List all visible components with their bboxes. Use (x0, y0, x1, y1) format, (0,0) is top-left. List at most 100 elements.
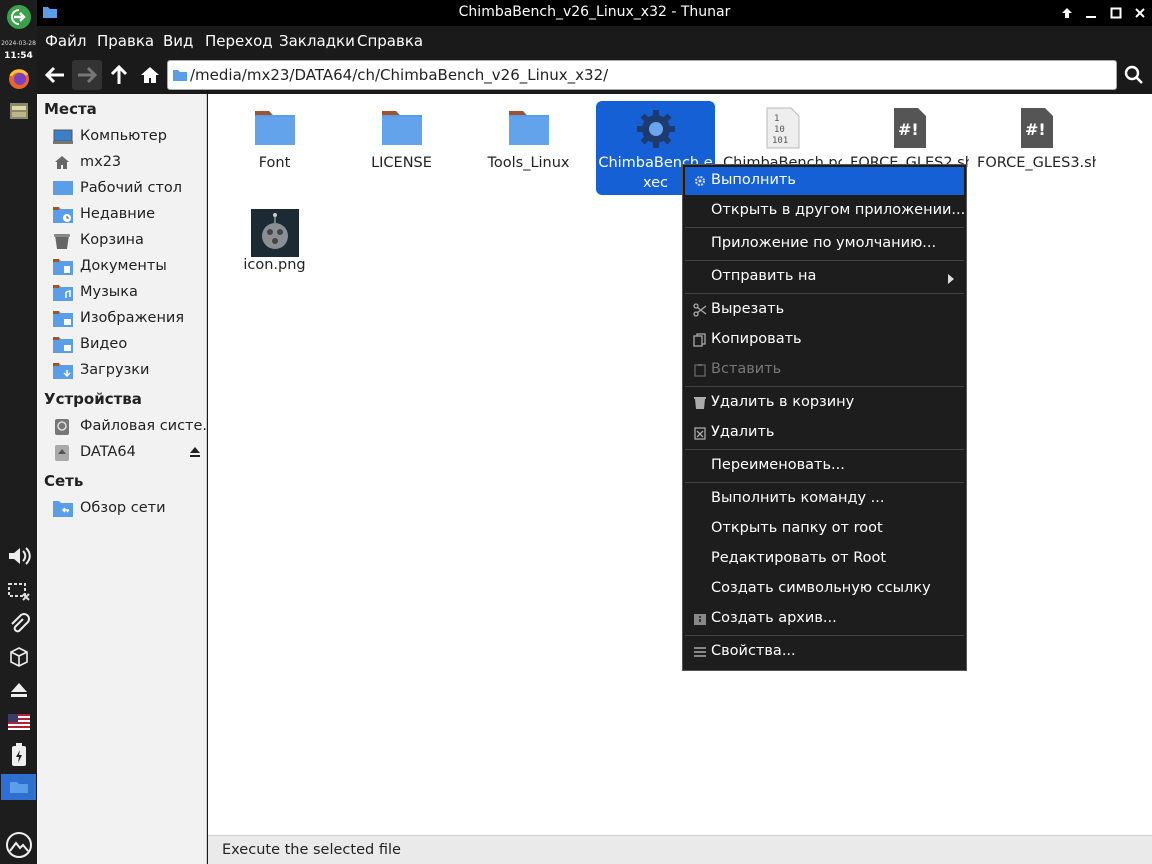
svg-text:#!: #! (898, 120, 919, 139)
minimize-button[interactable] (1082, 4, 1100, 22)
menu-item-open-folder-as-root[interactable]: Открыть папку от root (685, 515, 964, 543)
sidebar-heading-places: Места (44, 100, 97, 118)
sidebar-item-pictures[interactable]: Изображения (51, 306, 207, 332)
home-icon (141, 67, 159, 83)
trash-icon (53, 232, 71, 250)
volume-icon[interactable] (5, 543, 32, 569)
copy-icon (693, 333, 707, 347)
menu-item-delete[interactable]: Удалить (685, 419, 964, 447)
status-bar: Execute the selected file (208, 835, 1152, 864)
sidebar-item-data64[interactable]: DATA64 (51, 440, 207, 466)
menu-item-open-with-other[interactable]: Открыть в другом приложении... (685, 197, 965, 225)
gear-icon (693, 174, 707, 188)
file-item-icon-png[interactable]: icon.png (215, 203, 334, 297)
mx-menu-icon[interactable] (5, 832, 32, 858)
forward-button[interactable] (72, 60, 102, 90)
svg-text:101: 101 (772, 136, 788, 146)
panel-clock[interactable]: 11:54 (0, 51, 37, 61)
taskbar-thunar-button[interactable] (1, 774, 36, 800)
location-path[interactable]: /media/mx23/DATA64/ch/ChimbaBench_v26_Li… (190, 66, 608, 84)
sidebar-item-downloads[interactable]: Загрузки (51, 358, 207, 384)
up-button[interactable] (104, 60, 134, 90)
sidebar-item-network[interactable]: Обзор сети (51, 496, 207, 522)
home-button[interactable] (135, 60, 165, 90)
back-button[interactable] (40, 60, 70, 90)
window-titlebar[interactable]: ChimbaBench_v26_Linux_x32 - Thunar (37, 0, 1152, 26)
sidebar-item-documents[interactable]: Документы (51, 254, 207, 280)
menu-separator (685, 635, 964, 636)
network-status-icon[interactable] (5, 578, 32, 604)
location-bar[interactable]: /media/mx23/DATA64/ch/ChimbaBench_v26_Li… (167, 60, 1117, 90)
folder-icon (469, 107, 588, 151)
shell-script-icon: #! (977, 107, 1096, 151)
arrow-up-icon (110, 65, 128, 84)
arrow-right-icon (78, 66, 97, 84)
close-button[interactable] (1131, 4, 1149, 22)
menu-go[interactable]: Переход (205, 32, 273, 50)
sidebar-item-computer[interactable]: Компьютер (51, 124, 207, 150)
status-text: Execute the selected file (222, 842, 401, 858)
sidebar-item-home[interactable]: mx23 (51, 150, 207, 176)
file-item-force-gles3[interactable]: #! FORCE_GLES3.sh (977, 101, 1096, 195)
sidebar-item-trash[interactable]: Корзина (51, 228, 207, 254)
battery-icon[interactable] (5, 742, 32, 768)
menu-view[interactable]: Вид (163, 32, 193, 50)
menu-separator (685, 386, 964, 387)
toolbar: /media/mx23/DATA64/ch/ChimbaBench_v26_Li… (37, 56, 1152, 94)
menu-item-run[interactable]: Выполнить (685, 167, 964, 195)
menu-item-send-to[interactable]: Отправить на (685, 263, 964, 291)
documents-folder-icon (53, 258, 73, 276)
sidebar-item-music[interactable]: Музыка (51, 280, 207, 306)
menu-item-default-app[interactable]: Приложение по умолчанию... (685, 230, 964, 258)
menu-item-move-to-trash[interactable]: Удалить в корзину (685, 389, 964, 417)
logout-icon[interactable] (5, 4, 32, 30)
menu-item-create-archive[interactable]: Создать архив... (685, 605, 964, 633)
scissors-icon (693, 303, 707, 317)
sidebar: Места Компьютер mx23 Рабочий стол Недавн… (37, 94, 216, 864)
desktop-icon (53, 180, 73, 198)
desktop-panel: 2024-03-28 11:54 (0, 0, 37, 864)
file-item-font[interactable]: Font (215, 101, 334, 195)
files-panel-icon[interactable] (5, 98, 32, 124)
svg-text:10: 10 (774, 125, 785, 135)
file-item-tools-linux[interactable]: Tools_Linux (469, 101, 588, 195)
menu-item-run-command[interactable]: Выполнить команду ... (685, 485, 964, 513)
eject-icon[interactable] (189, 446, 201, 462)
menu-item-create-symlink[interactable]: Создать символьную ссылку (685, 575, 964, 603)
sidebar-item-recent[interactable]: Недавние (51, 202, 207, 228)
clipboard-icon[interactable] (5, 611, 32, 637)
trash-icon (693, 396, 707, 410)
menu-item-rename[interactable]: Переименовать... (685, 452, 964, 480)
maximize-arrow-icon[interactable] (1058, 4, 1076, 22)
search-button[interactable] (1119, 60, 1149, 90)
executable-gear-icon (596, 107, 715, 151)
menubar: Файл Правка Вид Переход Закладки Справка (37, 26, 1152, 56)
home-icon (53, 154, 71, 172)
eject-icon[interactable] (5, 677, 32, 703)
menu-item-copy[interactable]: Копировать (685, 326, 964, 354)
firefox-icon[interactable] (5, 66, 32, 92)
downloads-folder-icon (53, 362, 73, 380)
sidebar-item-videos[interactable]: Видео (51, 332, 207, 358)
menu-item-paste[interactable]: Вставить (685, 356, 964, 384)
menu-help[interactable]: Справка (357, 32, 423, 50)
sidebar-item-desktop[interactable]: Рабочий стол (51, 176, 207, 202)
file-item-license[interactable]: LICENSE (342, 101, 461, 195)
menu-item-edit-as-root[interactable]: Редактировать от Root (685, 545, 964, 573)
sidebar-item-filesystem[interactable]: Файловая систе... (51, 414, 216, 440)
recent-icon (53, 206, 73, 224)
submenu-arrow-icon (948, 272, 954, 288)
menu-edit[interactable]: Правка (97, 32, 154, 50)
menu-file[interactable]: Файл (45, 32, 86, 50)
file-view[interactable]: Font LICENSE Tools_Linux ChimbaBench.exe… (208, 94, 1152, 835)
menu-bookmarks[interactable]: Закладки (279, 32, 355, 50)
menu-item-properties[interactable]: Свойства... (685, 638, 964, 666)
menu-item-cut[interactable]: Вырезать (685, 296, 964, 324)
maximize-button[interactable] (1107, 4, 1125, 22)
context-menu: Выполнить Открыть в другом приложении...… (682, 164, 967, 671)
binary-file-icon: 1 10 101 (723, 107, 842, 151)
keyboard-layout-flag-icon[interactable] (5, 709, 32, 735)
computer-icon (53, 128, 73, 146)
package-icon[interactable] (5, 644, 32, 670)
archive-icon (693, 612, 707, 626)
